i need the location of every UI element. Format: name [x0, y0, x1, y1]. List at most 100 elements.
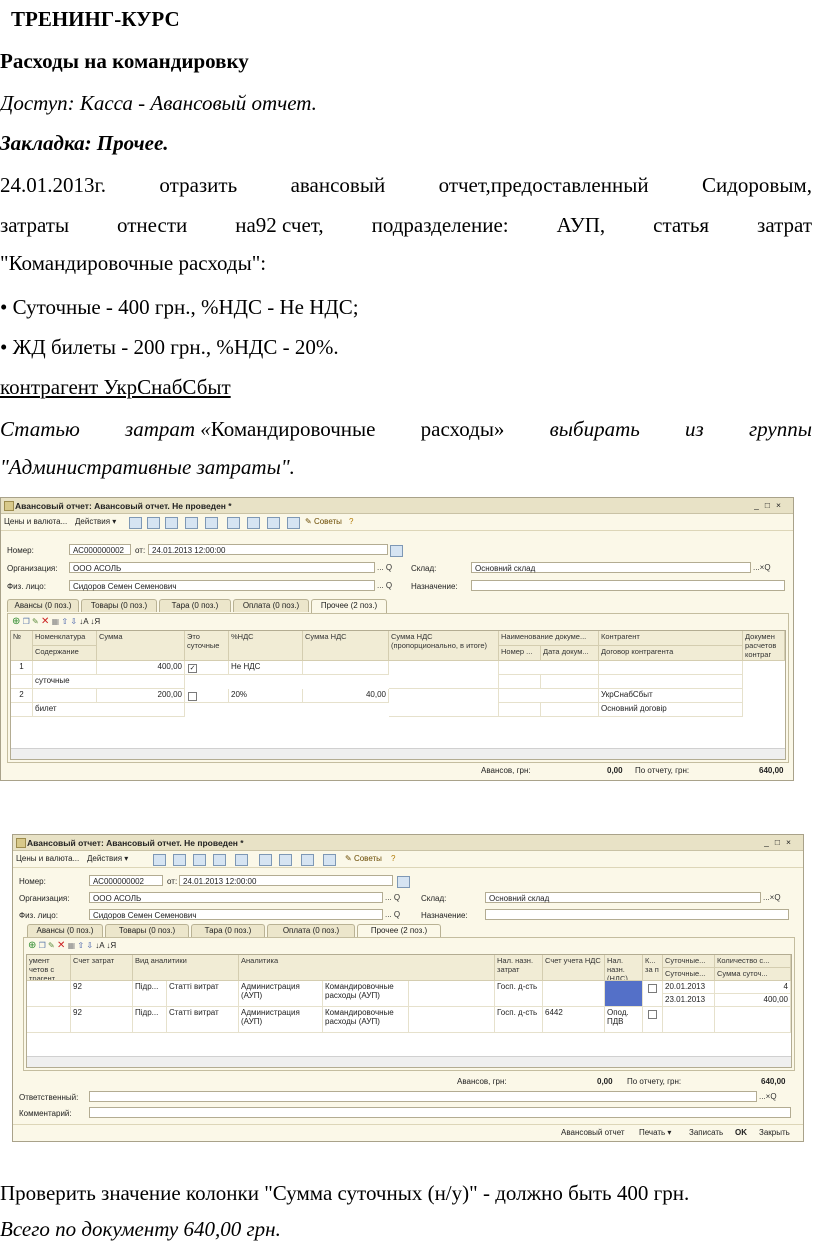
- g2-row1-kind1[interactable]: Підр...: [133, 981, 167, 1007]
- sort-desc-icon[interactable]: ↓Я: [90, 617, 100, 626]
- tab-other[interactable]: Прочее (2 поз.): [357, 924, 441, 938]
- g2-row2-doc[interactable]: [27, 1007, 71, 1033]
- post-icon[interactable]: [153, 854, 166, 866]
- row1-vat-sum[interactable]: [303, 661, 389, 675]
- g2-row2-qty[interactable]: [715, 1007, 791, 1033]
- org-select[interactable]: ... Q: [377, 562, 392, 573]
- delete-row-icon[interactable]: ✕: [41, 616, 49, 627]
- tab-containers[interactable]: Тара (0 поз.): [159, 599, 231, 612]
- row2-contractor[interactable]: УкрСнабСбыт: [599, 689, 743, 703]
- tab-payment[interactable]: Оплата (0 поз.): [233, 599, 309, 612]
- tab-containers[interactable]: Тара (0 поз.): [191, 924, 265, 937]
- g2-row1-tax[interactable]: Госп. д-сть: [495, 981, 543, 1007]
- row1-nomenclature[interactable]: [33, 661, 97, 675]
- warehouse-select[interactable]: ...×Q: [753, 562, 771, 573]
- prices-button[interactable]: Цены и валюта...: [4, 517, 67, 526]
- warehouse-select[interactable]: ...×Q: [763, 892, 781, 903]
- g2-row1-account[interactable]: 92: [71, 981, 133, 1007]
- responsible-field[interactable]: [89, 1091, 757, 1102]
- sort-asc-icon[interactable]: ↓A: [95, 941, 104, 950]
- row1-doc-date[interactable]: [541, 675, 599, 689]
- help-icon[interactable]: ?: [391, 854, 395, 863]
- structure-icon[interactable]: [185, 517, 198, 529]
- help-icon[interactable]: ?: [349, 517, 353, 526]
- g2-row2-tax[interactable]: Госп. д-сть: [495, 1007, 543, 1033]
- close-button[interactable]: Закрыть: [759, 1128, 790, 1137]
- row2-doc-date[interactable]: [541, 703, 599, 717]
- g2-row2-kind2[interactable]: Статті витрат: [167, 1007, 239, 1033]
- g2-row2-analytics3[interactable]: [409, 1007, 495, 1033]
- g2-row2-kind1[interactable]: Підр...: [133, 1007, 167, 1033]
- actions-menu[interactable]: Действия ▾: [75, 517, 116, 526]
- edit-row-icon[interactable]: ✎: [48, 941, 55, 950]
- refresh-icon[interactable]: [205, 517, 218, 529]
- row2-vat-pct[interactable]: 20%: [229, 689, 303, 703]
- org-field[interactable]: ООО АСОЛЬ: [69, 562, 375, 573]
- refresh-icon[interactable]: [235, 854, 248, 866]
- tab-goods[interactable]: Товары (0 поз.): [81, 599, 157, 612]
- structure-icon[interactable]: [213, 854, 226, 866]
- g2-row1-tax-vat-selected[interactable]: [605, 981, 643, 1007]
- list-icon[interactable]: [287, 517, 300, 529]
- filter-icon[interactable]: [267, 517, 280, 529]
- row1-vat-incl[interactable]: [389, 661, 499, 689]
- filter-icon[interactable]: [301, 854, 314, 866]
- row1-content[interactable]: суточные: [33, 675, 185, 689]
- move-up-icon[interactable]: ⇧: [61, 617, 68, 626]
- purpose-field[interactable]: [471, 580, 785, 591]
- print-button[interactable]: Печать ▾: [639, 1128, 671, 1137]
- write-button[interactable]: Записать: [689, 1128, 723, 1137]
- g2-row1-analytics2[interactable]: Командировочные расходы (АУП): [323, 981, 409, 1007]
- copy-icon[interactable]: [165, 517, 178, 529]
- list-icon[interactable]: [323, 854, 336, 866]
- org-field[interactable]: ООО АСОЛЬ: [89, 892, 383, 903]
- actions-menu[interactable]: Действия ▾: [87, 854, 128, 863]
- ok-button[interactable]: OK: [735, 1128, 747, 1137]
- g2-row2-tax-vat[interactable]: Опод. ПДВ: [605, 1007, 643, 1033]
- window-buttons[interactable]: _□×: [764, 837, 797, 847]
- end-edit-icon[interactable]: ▦: [68, 941, 76, 950]
- row2-vat-incl[interactable]: [389, 689, 499, 717]
- g2-row2-vat-account[interactable]: 6442: [543, 1007, 605, 1033]
- row1-vat-pct[interactable]: Не НДС: [229, 661, 303, 675]
- g2-row2-dates[interactable]: [663, 1007, 715, 1033]
- date-field[interactable]: 24.01.2013 12:00:00: [179, 875, 393, 886]
- prices-button[interactable]: Цены и валюта...: [16, 854, 79, 863]
- calendar-icon[interactable]: [397, 876, 410, 888]
- row1-doc-no[interactable]: [499, 675, 541, 689]
- copy-row-icon[interactable]: ❐: [39, 941, 46, 950]
- g2-row2-account[interactable]: 92: [71, 1007, 133, 1033]
- row1-daily-checkbox[interactable]: ✓: [188, 664, 197, 673]
- person-field[interactable]: Сидоров Семен Семенович: [69, 580, 375, 591]
- window-buttons[interactable]: _□×: [754, 500, 787, 510]
- report-icon[interactable]: [247, 517, 260, 529]
- g2-row1-doc[interactable]: [27, 981, 71, 1007]
- end-edit-icon[interactable]: ▦: [52, 617, 60, 626]
- comment-field[interactable]: [89, 1107, 791, 1118]
- tab-payment[interactable]: Оплата (0 поз.): [267, 924, 355, 937]
- row1-contractor[interactable]: [599, 661, 743, 675]
- tips-button[interactable]: ✎ Советы: [305, 517, 342, 526]
- g2-row1-date-to[interactable]: 23.01.2013: [663, 994, 715, 1007]
- row1-doc-name[interactable]: [499, 661, 599, 675]
- tab-advances[interactable]: Авансы (0 поз.): [7, 599, 79, 612]
- tab-goods[interactable]: Товары (0 поз.): [105, 924, 189, 937]
- person-select[interactable]: ... Q: [385, 909, 400, 920]
- tab-advances[interactable]: Авансы (0 поз.): [27, 924, 103, 937]
- row2-sum[interactable]: 200,00: [97, 689, 185, 703]
- g2-row1-vat-account[interactable]: [543, 981, 605, 1007]
- sort-asc-icon[interactable]: ↓A: [79, 617, 88, 626]
- add-row-icon[interactable]: ⊕: [12, 616, 20, 627]
- sort-desc-icon[interactable]: ↓Я: [106, 941, 116, 950]
- org-select[interactable]: ... Q: [385, 892, 400, 903]
- person-select[interactable]: ... Q: [377, 580, 392, 591]
- report-icon[interactable]: [279, 854, 292, 866]
- delete-row-icon[interactable]: ✕: [57, 940, 65, 951]
- post-icon[interactable]: [129, 517, 142, 529]
- g2-row1-date-from[interactable]: 20.01.2013: [663, 981, 715, 994]
- row2-content[interactable]: билет: [33, 703, 185, 717]
- number-field[interactable]: АС000000002: [69, 544, 131, 555]
- save-icon[interactable]: [147, 517, 160, 529]
- g2-row2-analytics1[interactable]: Администрация (АУП): [239, 1007, 323, 1033]
- tab-other[interactable]: Прочее (2 поз.): [311, 599, 387, 613]
